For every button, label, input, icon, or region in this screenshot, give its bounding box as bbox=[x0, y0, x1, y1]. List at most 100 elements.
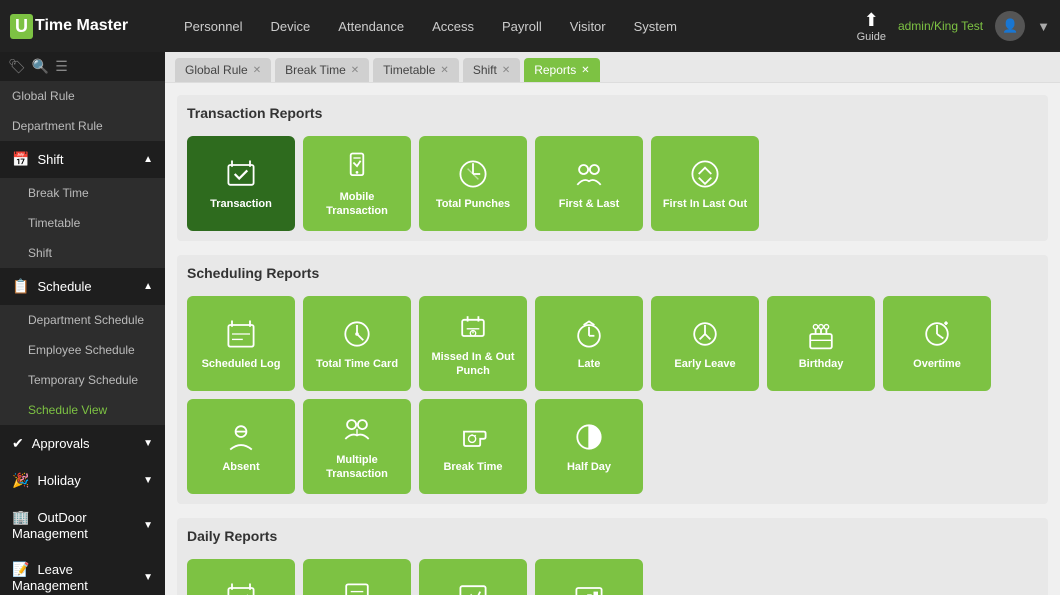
sidebar-item-department-rule[interactable]: Department Rule bbox=[0, 111, 165, 141]
outdoor-icon: 🏢 bbox=[12, 509, 29, 525]
logo-u: U bbox=[10, 14, 33, 39]
search-icon[interactable]: 🔍 bbox=[32, 58, 49, 75]
card-total-punches[interactable]: Total Punches bbox=[419, 136, 527, 231]
sidebar-section-approvals[interactable]: ✔Approvals ▼ bbox=[0, 425, 165, 462]
tab-shift[interactable]: Shift ✕ bbox=[463, 58, 520, 82]
main-layout: 🏷 🔍 ☰ Global Rule Department Rule 📅Shift… bbox=[0, 52, 1060, 595]
card-transaction-label: Transaction bbox=[210, 198, 272, 211]
daily-reports-section: Daily Reports Daily Attendance bbox=[177, 518, 1048, 595]
card-multiple-transaction-label: Multiple Transaction bbox=[311, 454, 403, 480]
user-info[interactable]: admin/King Test bbox=[898, 19, 983, 33]
sidebar-section-leave[interactable]: 📝Leave Management ▼ bbox=[0, 551, 165, 595]
nav-items: Personnel Device Attendance Access Payro… bbox=[170, 11, 857, 42]
scheduling-reports-grid: Scheduled Log Total Time Card bbox=[187, 296, 1038, 494]
sidebar-item-shift[interactable]: Shift bbox=[0, 238, 165, 268]
sidebar-item-break-time[interactable]: Break Time bbox=[0, 178, 165, 208]
sidebar-item-schedule-view[interactable]: Schedule View bbox=[0, 395, 165, 425]
sidebar-item-global-rule[interactable]: Global Rule bbox=[0, 81, 165, 111]
card-absent-label: Absent bbox=[222, 461, 259, 474]
daily-reports-grid: Daily Attendance Daily Details bbox=[187, 559, 1038, 595]
tab-break-time-close[interactable]: ✕ bbox=[351, 65, 359, 76]
shift-icon: 📅 bbox=[12, 151, 29, 167]
approvals-label: Approvals bbox=[32, 436, 90, 451]
shift-arrow: ▲ bbox=[143, 154, 153, 165]
reports-content: Transaction Reports Transaction bbox=[165, 83, 1060, 595]
card-birthday-label: Birthday bbox=[799, 358, 844, 371]
card-multiple-transaction[interactable]: Multiple Transaction bbox=[303, 399, 411, 494]
nav-system[interactable]: System bbox=[620, 11, 691, 42]
user-avatar[interactable]: 👤 bbox=[995, 11, 1025, 41]
first-in-last-out-icon bbox=[687, 156, 723, 192]
sidebar-item-temporary-schedule[interactable]: Temporary Schedule bbox=[0, 365, 165, 395]
scheduling-reports-title: Scheduling Reports bbox=[187, 265, 1038, 286]
first-last-icon bbox=[571, 156, 607, 192]
guide-button[interactable]: ⬆ Guide bbox=[857, 10, 886, 43]
sidebar-item-department-schedule[interactable]: Department Schedule bbox=[0, 305, 165, 335]
tab-global-rule[interactable]: Global Rule ✕ bbox=[175, 58, 271, 82]
card-first-last[interactable]: First & Last bbox=[535, 136, 643, 231]
sidebar-item-employee-schedule[interactable]: Employee Schedule bbox=[0, 335, 165, 365]
card-overtime[interactable]: Overtime bbox=[883, 296, 991, 391]
holiday-label: Holiday bbox=[37, 473, 80, 488]
card-daily-details[interactable]: Daily Details bbox=[303, 559, 411, 595]
daily-attendance-icon bbox=[223, 579, 259, 595]
card-scheduled-log[interactable]: Scheduled Log bbox=[187, 296, 295, 391]
card-transaction[interactable]: Transaction bbox=[187, 136, 295, 231]
card-absent[interactable]: Absent bbox=[187, 399, 295, 494]
absent-icon bbox=[223, 419, 259, 455]
nav-device[interactable]: Device bbox=[257, 11, 325, 42]
nav-payroll[interactable]: Payroll bbox=[488, 11, 556, 42]
card-late[interactable]: Late bbox=[535, 296, 643, 391]
missed-in-out-icon bbox=[455, 309, 491, 345]
card-break-time-label: Break Time bbox=[443, 461, 502, 474]
tag-icon[interactable]: 🏷 bbox=[8, 58, 26, 75]
app-logo[interactable]: U Time Master bbox=[10, 14, 150, 39]
card-daily-status[interactable]: Daily Status bbox=[535, 559, 643, 595]
nav-visitor[interactable]: Visitor bbox=[556, 11, 620, 42]
leave-icon: 📝 bbox=[12, 561, 29, 577]
total-punches-icon bbox=[455, 156, 491, 192]
sidebar-section-holiday[interactable]: 🎉Holiday ▼ bbox=[0, 462, 165, 499]
card-daily-summary[interactable]: Daily Summary bbox=[419, 559, 527, 595]
content-area: Global Rule ✕ Break Time ✕ Timetable ✕ S… bbox=[165, 52, 1060, 595]
logo-text: Time Master bbox=[35, 17, 128, 35]
sidebar: 🏷 🔍 ☰ Global Rule Department Rule 📅Shift… bbox=[0, 52, 165, 595]
tab-timetable[interactable]: Timetable ✕ bbox=[373, 58, 459, 82]
card-break-time[interactable]: Break Time bbox=[419, 399, 527, 494]
card-daily-attendance[interactable]: Daily Attendance bbox=[187, 559, 295, 595]
card-total-time-card[interactable]: Total Time Card bbox=[303, 296, 411, 391]
card-late-label: Late bbox=[578, 358, 601, 371]
card-total-punches-label: Total Punches bbox=[436, 198, 510, 211]
tab-reports-close[interactable]: ✕ bbox=[581, 65, 589, 76]
sidebar-search-bar: 🏷 🔍 ☰ bbox=[0, 52, 165, 81]
card-birthday[interactable]: Birthday bbox=[767, 296, 875, 391]
tab-break-time[interactable]: Break Time ✕ bbox=[275, 58, 369, 82]
approvals-arrow: ▼ bbox=[143, 438, 153, 449]
card-mobile-transaction[interactable]: Mobile Transaction bbox=[303, 136, 411, 231]
card-first-in-last-out[interactable]: First In Last Out bbox=[651, 136, 759, 231]
card-early-leave[interactable]: Early Leave bbox=[651, 296, 759, 391]
sidebar-item-timetable[interactable]: Timetable bbox=[0, 208, 165, 238]
nav-attendance[interactable]: Attendance bbox=[324, 11, 418, 42]
daily-summary-icon bbox=[455, 579, 491, 595]
avatar-icon: 👤 bbox=[1002, 18, 1018, 34]
tab-global-rule-close[interactable]: ✕ bbox=[253, 65, 261, 76]
tab-reports-label: Reports bbox=[534, 63, 576, 77]
list-icon[interactable]: ☰ bbox=[55, 58, 68, 75]
outdoor-arrow: ▼ bbox=[143, 520, 153, 531]
tab-reports[interactable]: Reports ✕ bbox=[524, 58, 599, 82]
tab-timetable-close[interactable]: ✕ bbox=[440, 65, 448, 76]
card-first-in-last-out-label: First In Last Out bbox=[663, 198, 747, 211]
card-missed-in-out[interactable]: Missed In & Out Punch bbox=[419, 296, 527, 391]
tab-shift-close[interactable]: ✕ bbox=[502, 65, 510, 76]
nav-personnel[interactable]: Personnel bbox=[170, 11, 257, 42]
sidebar-section-schedule[interactable]: 📋Schedule ▲ bbox=[0, 268, 165, 305]
sidebar-section-outdoor[interactable]: 🏢OutDoor Management ▼ bbox=[0, 499, 165, 551]
overtime-icon bbox=[919, 316, 955, 352]
card-half-day[interactable]: Half Day bbox=[535, 399, 643, 494]
nav-access[interactable]: Access bbox=[418, 11, 488, 42]
sidebar-section-shift[interactable]: 📅Shift ▲ bbox=[0, 141, 165, 178]
multiple-transaction-icon bbox=[339, 412, 375, 448]
schedule-label: Schedule bbox=[37, 279, 91, 294]
dropdown-arrow[interactable]: ▼ bbox=[1037, 19, 1050, 34]
